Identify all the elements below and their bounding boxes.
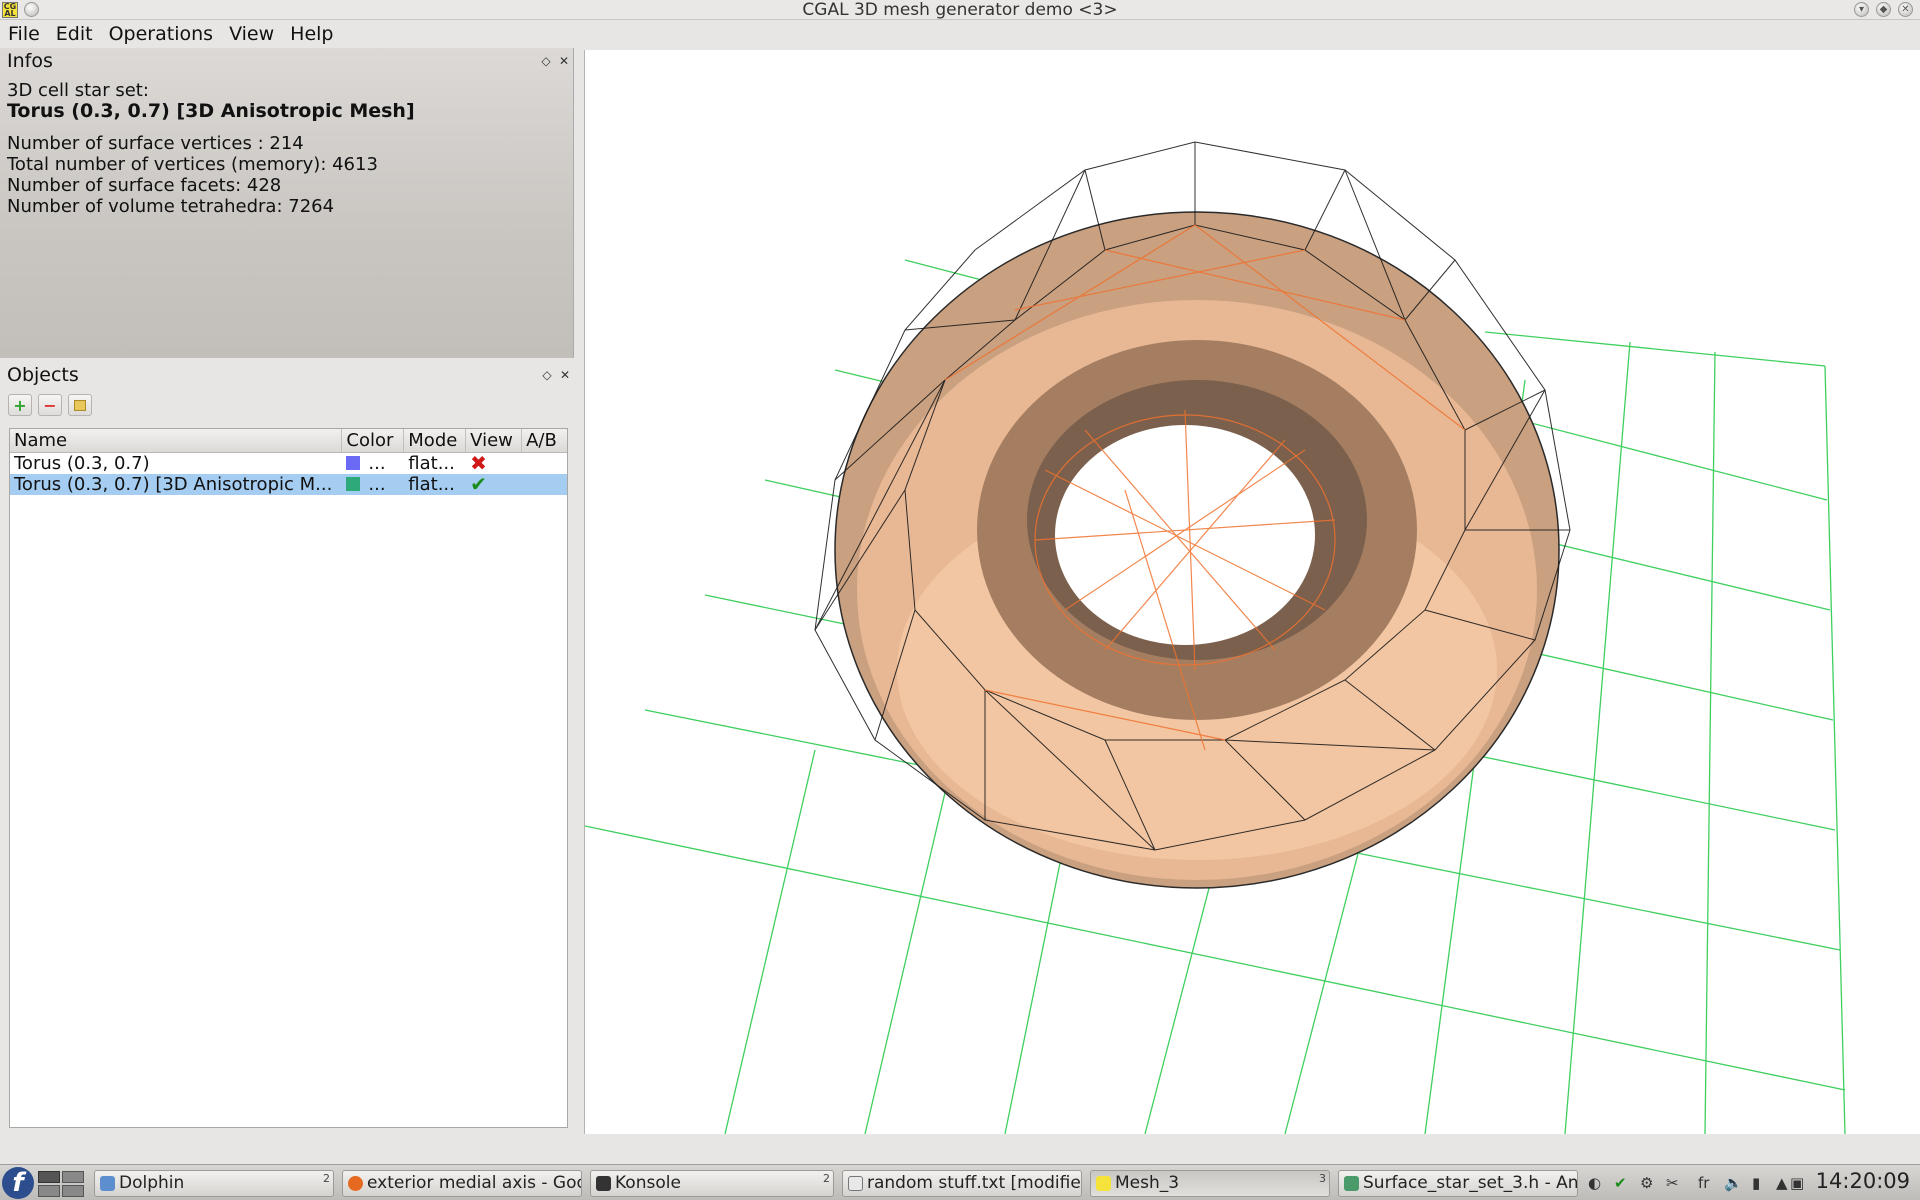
- lock-icon[interactable]: ▣: [1790, 1174, 1804, 1192]
- open-object-button[interactable]: [68, 394, 92, 416]
- desktop-4-icon[interactable]: [62, 1185, 84, 1197]
- window-title: CGAL 3D mesh generator demo <3>: [802, 0, 1118, 20]
- object-name[interactable]: Torus (0.3, 0.7): [10, 453, 342, 474]
- konsole-icon: [596, 1176, 611, 1191]
- task-konsole[interactable]: Konsole 2: [590, 1170, 834, 1197]
- 3d-viewer[interactable]: [584, 50, 1920, 1134]
- menu-file[interactable]: File: [0, 20, 48, 48]
- firefox-icon: [348, 1176, 363, 1191]
- stat-surface-facets: Number of surface facets: 428: [7, 175, 282, 196]
- object-ab[interactable]: [522, 474, 567, 495]
- torus-mesh: [814, 141, 1571, 889]
- object-mode[interactable]: flat...: [404, 453, 466, 474]
- close-dock-icon[interactable]: ✕: [555, 54, 573, 68]
- object-name[interactable]: Torus (0.3, 0.7) [3D Anisotropic M...: [10, 474, 342, 495]
- table-row[interactable]: Torus (0.3, 0.7) [3D Anisotropic M... ..…: [10, 474, 567, 495]
- task-dolphin[interactable]: Dolphin 2: [94, 1170, 334, 1197]
- stat-volume-tetrahedra: Number of volume tetrahedra: 7264: [7, 196, 335, 217]
- object-mode[interactable]: flat...: [404, 474, 466, 495]
- fedora-icon[interactable]: f: [2, 1167, 34, 1199]
- close-dock-icon[interactable]: ✕: [556, 368, 574, 382]
- task-browser[interactable]: exterior medial axis - Goo: [342, 1170, 582, 1197]
- infos-line-type: 3D cell star set:: [7, 80, 149, 101]
- volume-icon[interactable]: 🔈: [1724, 1174, 1743, 1192]
- tray-expand-icon[interactable]: ▲: [1776, 1174, 1788, 1192]
- column-view[interactable]: View: [466, 429, 523, 452]
- clipboard-scissors-icon[interactable]: ✂: [1666, 1174, 1679, 1192]
- column-color[interactable]: Color: [342, 429, 405, 452]
- objects-toolbar: + −: [0, 388, 574, 422]
- cgal-icon: [1096, 1176, 1111, 1191]
- menu-edit[interactable]: Edit: [48, 20, 101, 48]
- infos-panel: Infos ◇ ✕ 3D cell star set: Torus (0.3, …: [0, 48, 574, 358]
- objects-panel: Objects ◇ ✕ + − Name Color Mode View A/B…: [0, 362, 574, 1130]
- table-row[interactable]: Torus (0.3, 0.7) ... flat... ✖: [10, 453, 567, 474]
- menu-help[interactable]: Help: [282, 20, 341, 48]
- object-view-toggle[interactable]: ✔: [466, 474, 522, 495]
- add-object-button[interactable]: +: [8, 394, 32, 416]
- viewer-canvas[interactable]: [585, 50, 1920, 1134]
- minus-icon: −: [43, 395, 57, 415]
- object-ab[interactable]: [522, 453, 567, 474]
- task-mesh[interactable]: Mesh_3 3: [1090, 1170, 1330, 1197]
- update-check-icon[interactable]: ✔: [1614, 1174, 1627, 1192]
- remove-object-button[interactable]: −: [38, 394, 62, 416]
- settings-gear-icon[interactable]: ⚙: [1640, 1174, 1653, 1192]
- plus-icon: +: [13, 395, 27, 415]
- object-color[interactable]: ...: [342, 453, 404, 474]
- desktop-2-icon[interactable]: [38, 1185, 60, 1197]
- desktop-3-icon[interactable]: [62, 1171, 84, 1183]
- close-window-icon[interactable]: ✕: [1898, 2, 1913, 17]
- objects-table: Name Color Mode View A/B Torus (0.3, 0.7…: [9, 428, 568, 1128]
- table-header: Name Color Mode View A/B: [10, 429, 567, 453]
- float-dock-icon[interactable]: ◇: [538, 368, 556, 382]
- clock[interactable]: 14:20:09: [1816, 1169, 1910, 1193]
- column-name[interactable]: Name: [10, 429, 343, 452]
- column-mode[interactable]: Mode: [404, 429, 467, 452]
- battery-icon[interactable]: ▮: [1752, 1174, 1760, 1192]
- stat-total-vertices: Total number of vertices (memory): 4613: [7, 154, 378, 175]
- hidden-x-icon: ✖: [470, 453, 487, 474]
- folder-icon: [74, 399, 86, 411]
- desktop-1-icon[interactable]: [38, 1171, 60, 1183]
- maximize-icon[interactable]: ◆: [1876, 2, 1891, 17]
- task-source[interactable]: Surface_star_set_3.h - Ani: [1338, 1170, 1578, 1197]
- color-swatch: [346, 456, 361, 470]
- network-icon[interactable]: ◐: [1588, 1174, 1601, 1192]
- color-swatch: [346, 477, 361, 491]
- keyboard-layout[interactable]: fr: [1698, 1174, 1709, 1192]
- stat-surface-vertices: Number of surface vertices : 214: [7, 133, 304, 154]
- object-color[interactable]: ...: [342, 474, 404, 495]
- visible-check-icon: ✔: [470, 474, 487, 495]
- task-editor[interactable]: random stuff.txt [modified]: [842, 1170, 1082, 1197]
- objects-panel-title: Objects: [7, 364, 79, 386]
- menu-view[interactable]: View: [221, 20, 282, 48]
- taskbar: f Dolphin 2 exterior medial axis - Goo Ko…: [0, 1164, 1920, 1200]
- infos-line-object: Torus (0.3, 0.7) [3D Anisotropic Mesh]: [7, 100, 415, 122]
- object-view-toggle[interactable]: ✖: [466, 453, 522, 474]
- float-dock-icon[interactable]: ◇: [537, 54, 555, 68]
- infos-panel-title: Infos: [7, 50, 53, 72]
- text-editor-icon: [848, 1176, 863, 1191]
- dolphin-icon: [100, 1176, 115, 1191]
- infos-panel-header: Infos ◇ ✕: [0, 48, 573, 74]
- menu-operations[interactable]: Operations: [101, 20, 221, 48]
- window-titlebar: CG AL CGAL 3D mesh generator demo <3> ▾ …: [0, 0, 1920, 20]
- minimize-icon[interactable]: ▾: [1854, 2, 1869, 17]
- column-ab[interactable]: A/B: [522, 429, 567, 452]
- kate-icon: [1344, 1176, 1359, 1191]
- menu-bar: File Edit Operations View Help: [0, 20, 1920, 48]
- objects-panel-header: Objects ◇ ✕: [0, 362, 574, 388]
- infos-body: 3D cell star set: Torus (0.3, 0.7) [3D A…: [0, 74, 573, 223]
